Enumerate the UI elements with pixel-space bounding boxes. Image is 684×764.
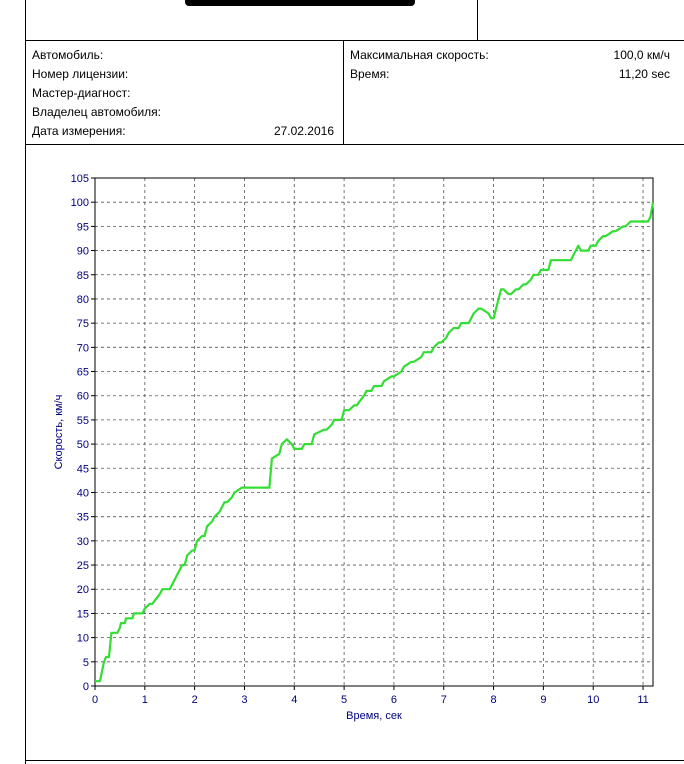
y-tick-label: 10 [77,633,89,645]
x-tick-label: 2 [192,694,198,706]
x-tick-label: 4 [291,694,297,706]
speed-time-chart: 0510152025303540455055606570758085909510… [53,173,655,722]
y-tick-label: 95 [77,221,89,233]
y-tick-label: 55 [77,415,89,427]
plot-area-border [94,177,654,687]
y-tick-label: 90 [77,246,89,258]
x-axis-label: Время, сек [346,710,402,722]
x-tick-label: 5 [341,694,347,706]
y-tick-label: 75 [77,318,89,330]
y-tick-label: 45 [77,463,89,475]
y-tick-label: 30 [77,536,89,548]
y-tick-label: 70 [77,342,89,354]
x-tick-label: 8 [491,694,497,706]
y-tick-label: 5 [83,657,89,669]
x-tick-label: 0 [92,694,98,706]
y-tick-label: 100 [71,197,89,209]
series-line-speed [95,202,655,683]
y-tick-label: 40 [77,487,89,499]
y-tick-label: 25 [77,560,89,572]
y-tick-label: 20 [77,584,89,596]
x-tick-label: 9 [540,694,546,706]
x-tick-label: 3 [241,694,247,706]
y-tick-label: 80 [77,294,89,306]
grid [95,178,653,686]
x-tick-label: 7 [441,694,447,706]
x-tick-label: 11 [637,694,648,706]
y-tick-label: 0 [83,681,89,693]
y-tick-label: 50 [77,439,89,451]
y-tick-label: 85 [77,270,89,282]
x-tick-label: 10 [587,694,599,706]
y-tick-label: 15 [77,608,89,620]
y-tick-label: 35 [77,512,89,524]
x-tick-label: 6 [391,694,397,706]
x-ticks: 0 1 2 3 4 5 6 7 8 9 10 11 [92,686,649,706]
y-tick-label: 60 [77,391,89,403]
x-tick-label: 1 [142,694,148,706]
y-ticks: 0 5 10 15 20 25 30 35 40 45 50 55 60 65 70 75 80 85 90 95 10… [71,173,95,693]
y-tick-label: 105 [71,173,89,185]
y-tick-label: 65 [77,367,89,379]
y-axis-label: Скорость, км/ч [53,395,65,470]
